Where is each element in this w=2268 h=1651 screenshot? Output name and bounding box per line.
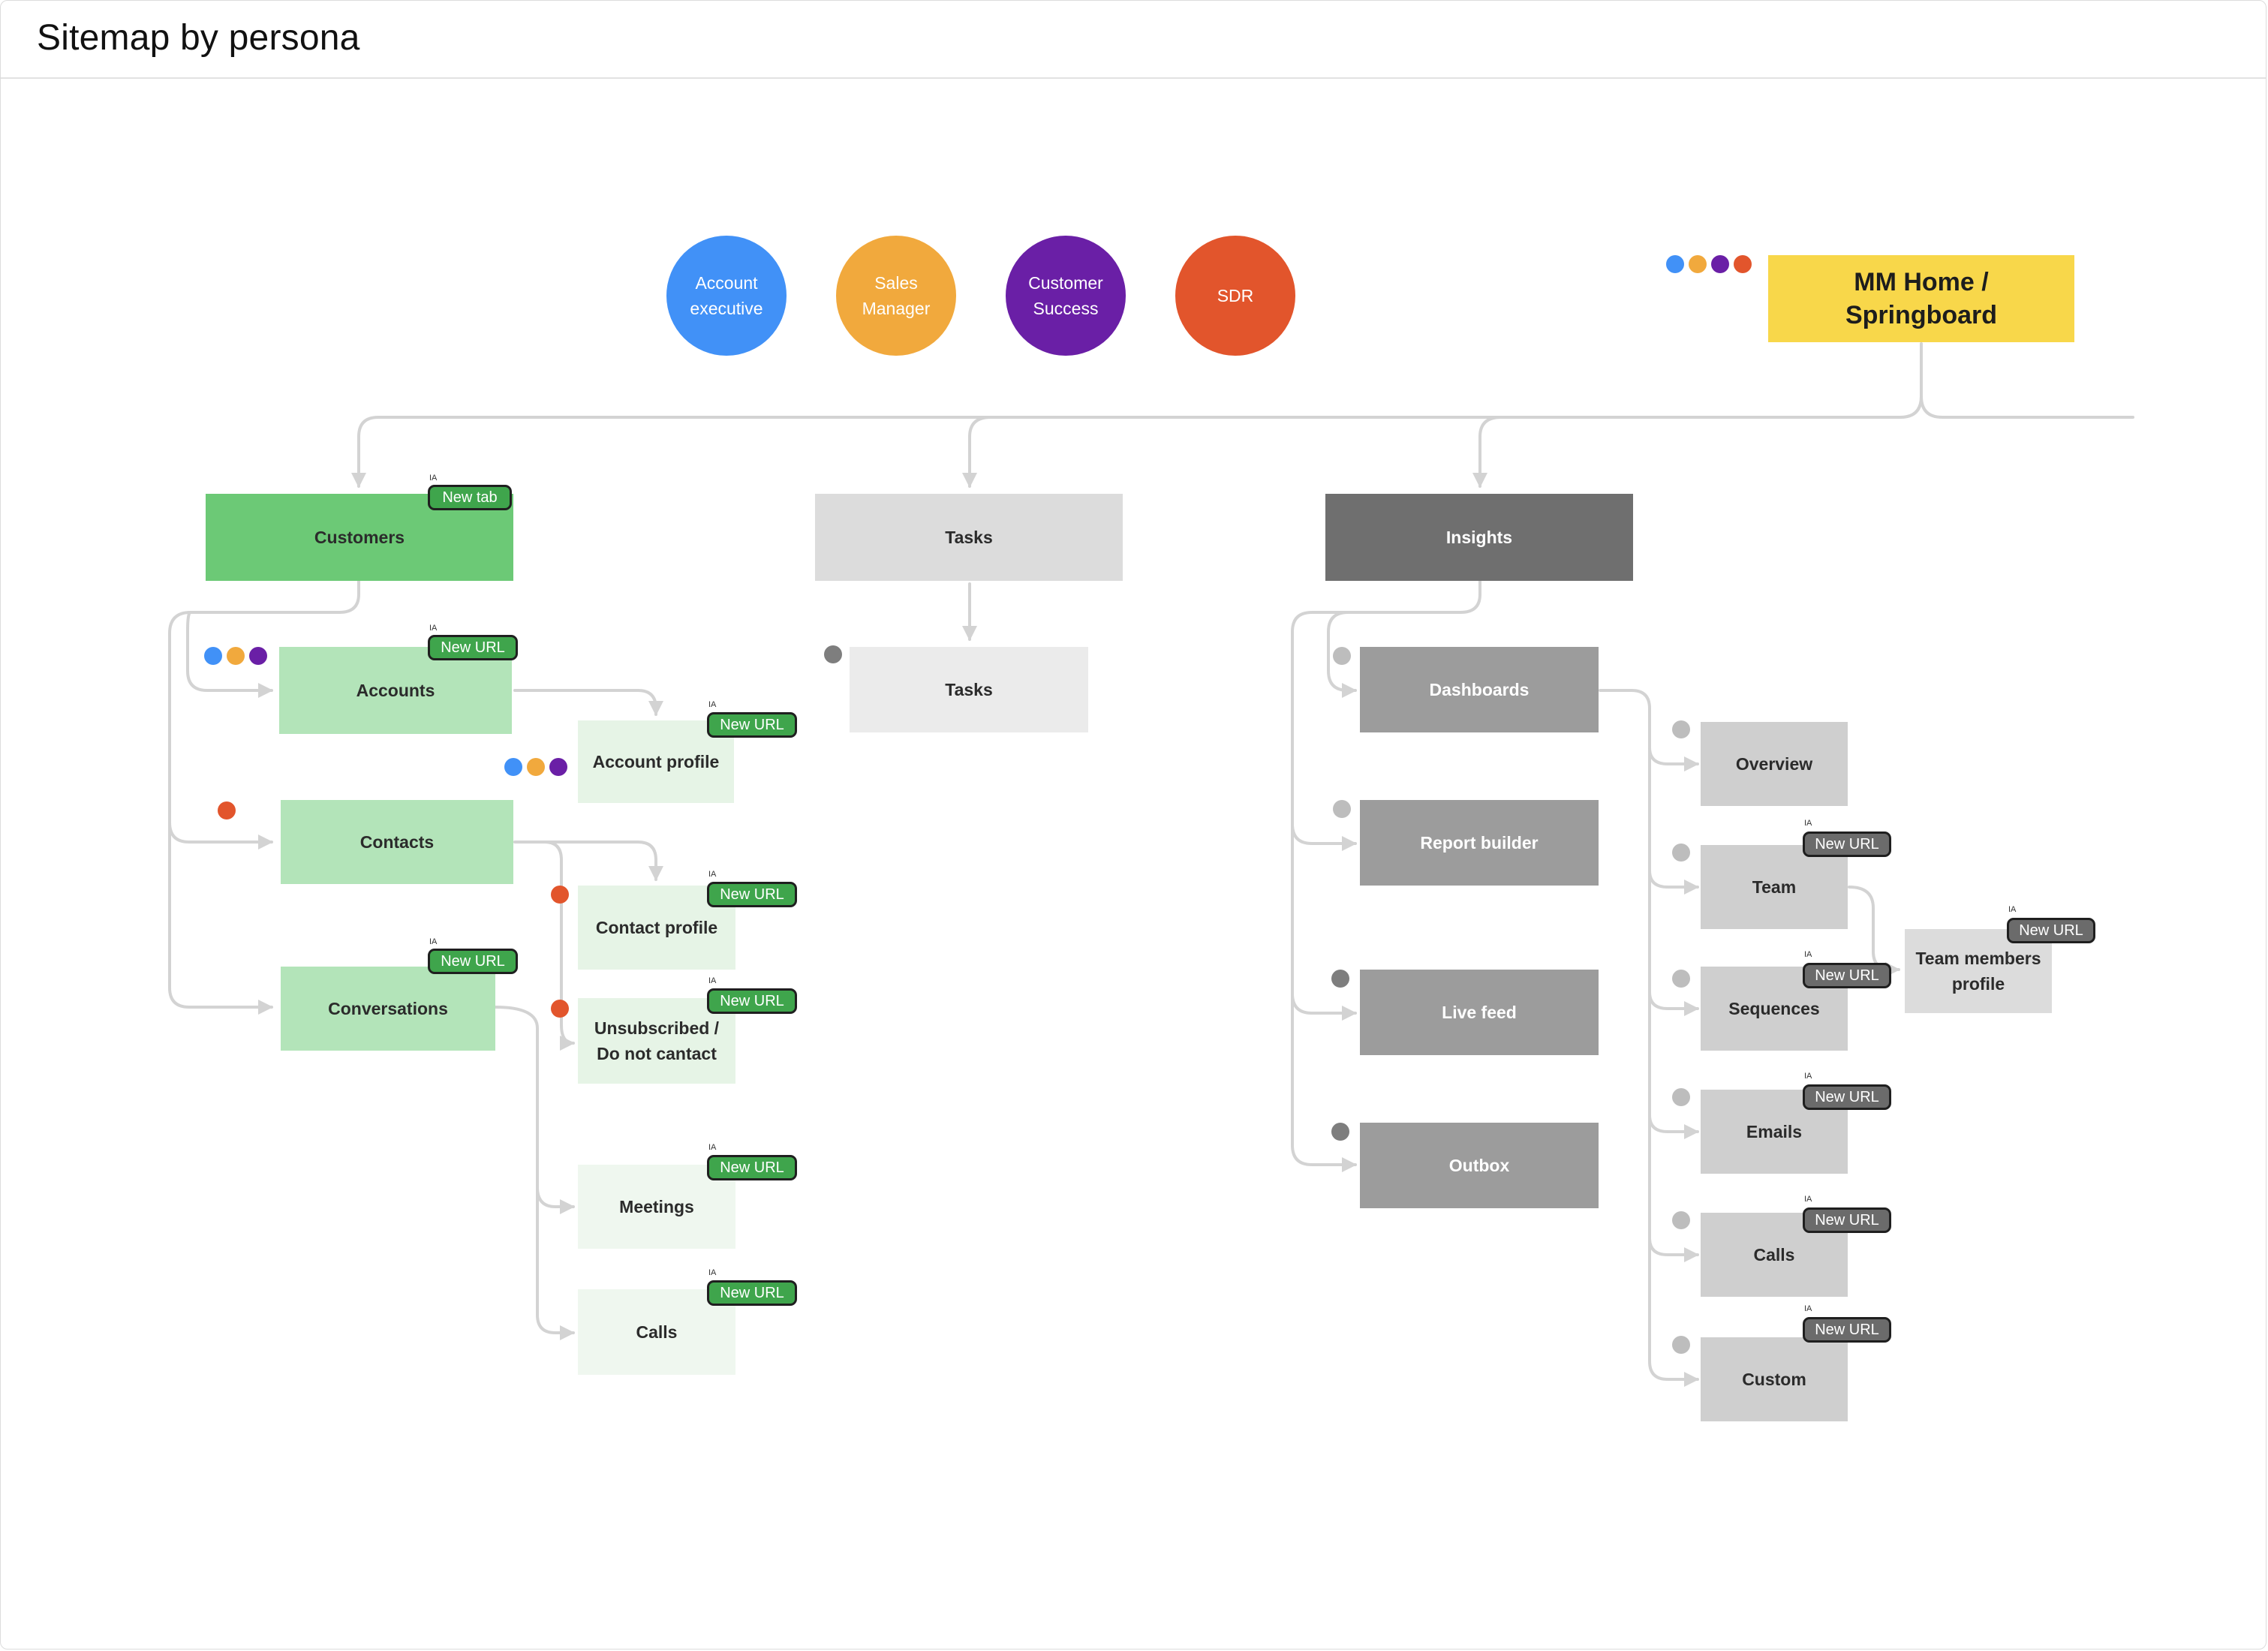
connector-to-report-builder [1291, 822, 1357, 851]
persona-dot-sales-manager [1689, 255, 1707, 273]
ia-label: IA [1804, 950, 1812, 959]
persona-dot-customer-success [249, 647, 267, 665]
node-tasks[interactable]: Tasks [815, 494, 1123, 581]
persona-dot-sales-manager [227, 647, 245, 665]
persona-dot-gray [1331, 970, 1349, 988]
node-outbox[interactable]: Outbox [1360, 1123, 1599, 1208]
ia-label: IA [1804, 1195, 1812, 1204]
node-report-builder[interactable]: Report builder [1360, 800, 1599, 886]
badge-new-url: New URL [1803, 1084, 1891, 1110]
badge-new-url: New URL [707, 1155, 797, 1180]
persona-account-executive: Account executive [666, 236, 787, 356]
ia-label: IA [429, 474, 438, 483]
badge-new-url: New URL [707, 712, 797, 738]
ia-label: IA [2008, 905, 2017, 914]
node-team[interactable]: Team [1701, 845, 1848, 929]
connector-to-insights [1472, 416, 1502, 488]
node-insights[interactable]: Insights [1325, 494, 1633, 581]
connector-to-contacts [168, 821, 273, 850]
badge-new-url: New URL [1803, 1317, 1891, 1343]
persona-dot-gray [1672, 1336, 1690, 1354]
connector-home-right [1920, 395, 2134, 419]
badge-new-url: New URL [2007, 918, 2095, 943]
persona-dot-gray [1331, 1123, 1349, 1141]
node-live-feed[interactable]: Live feed [1360, 970, 1599, 1055]
badge-new-url: New URL [428, 635, 518, 660]
ia-label: IA [708, 870, 717, 879]
connector-to-meetings [536, 1186, 575, 1214]
persona-dot-gray [1672, 844, 1690, 862]
persona-dot-sdr [1734, 255, 1752, 273]
persona-dot-gray [1333, 647, 1351, 665]
connector-to-contact-profile [513, 841, 663, 881]
connector-home-trunk [351, 342, 1923, 488]
node-dashboards[interactable]: Dashboards [1360, 647, 1599, 732]
persona-dot-gray [1672, 1211, 1690, 1229]
node-custom[interactable]: Custom [1701, 1337, 1848, 1421]
connector-to-live-feed [1291, 992, 1357, 1021]
ia-label: IA [429, 624, 438, 633]
connector-to-overview [1648, 746, 1699, 771]
connector-conv-trunk [494, 1006, 575, 1340]
connector-customers-trunk [168, 579, 360, 1015]
badge-new-url: New URL [707, 988, 797, 1014]
badge-new-url: New URL [1803, 1207, 1891, 1233]
connector-to-team-members [1848, 886, 1900, 977]
persona-dot-gray [824, 645, 842, 663]
persona-dot-gray [1672, 720, 1690, 738]
ia-label: IA [429, 937, 438, 946]
persona-dot-sales-manager [527, 758, 545, 776]
persona-dot-gray [1333, 800, 1351, 818]
persona-sdr: SDR [1175, 236, 1295, 356]
persona-dot-gray [1672, 1088, 1690, 1106]
connector-to-team [1648, 869, 1699, 895]
connector-to-account-profile [513, 689, 663, 716]
node-conversations[interactable]: Conversations [281, 967, 495, 1051]
node-tasks-child[interactable]: Tasks [850, 647, 1088, 732]
badge-new-url: New URL [1803, 832, 1891, 857]
persona-dot-customer-success [549, 758, 567, 776]
connector-to-sequences [1648, 991, 1699, 1016]
persona-dot-account-executive [204, 647, 222, 665]
ia-label: IA [708, 976, 717, 985]
persona-dot-sdr [218, 801, 236, 819]
persona-dot-sdr [551, 886, 569, 904]
badge-new-url: New URL [707, 1280, 797, 1306]
node-mm-home-springboard[interactable]: MM Home / Springboard [1768, 255, 2074, 342]
node-contacts[interactable]: Contacts [281, 800, 513, 884]
ia-label: IA [708, 1143, 717, 1152]
connector-dashboards-trunk [1599, 689, 1699, 1387]
badge-new-tab: New tab [428, 485, 512, 510]
ia-label: IA [708, 700, 717, 709]
persona-customer-success: Customer Success [1006, 236, 1126, 356]
diagram-canvas: Account executive Sales Manager Customer… [0, 0, 2268, 1651]
connector-to-emails [1648, 1114, 1699, 1139]
ia-label: IA [1804, 819, 1812, 828]
persona-dot-account-executive [1666, 255, 1684, 273]
badge-new-url: New URL [707, 882, 797, 907]
badge-new-url: New URL [1803, 963, 1891, 988]
connector-to-tasks [962, 416, 992, 488]
ia-label: IA [708, 1268, 717, 1277]
persona-dot-sdr [551, 1000, 569, 1018]
node-overview[interactable]: Overview [1701, 722, 1848, 806]
persona-dot-account-executive [504, 758, 522, 776]
badge-new-url: New URL [428, 949, 518, 974]
persona-dot-customer-success [1711, 255, 1729, 273]
connector-to-calls-insights [1648, 1237, 1699, 1262]
ia-label: IA [1804, 1072, 1812, 1081]
ia-label: IA [1804, 1304, 1812, 1313]
persona-sales-manager: Sales Manager [836, 236, 956, 356]
persona-dot-gray [1672, 970, 1690, 988]
